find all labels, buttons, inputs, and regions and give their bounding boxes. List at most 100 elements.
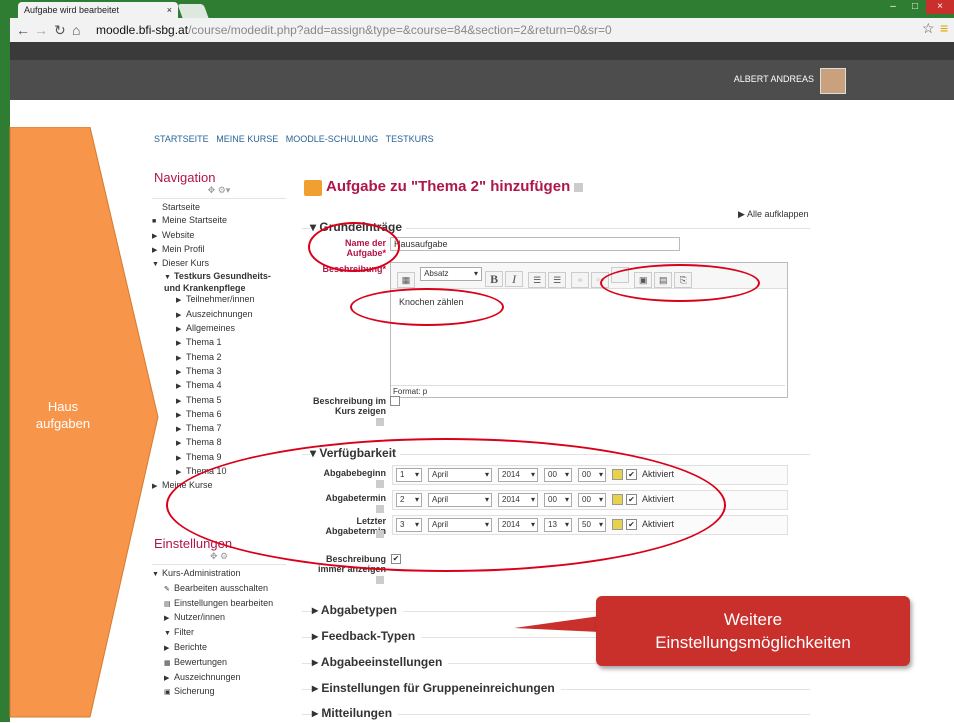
show-description-label: Beschreibung im Kurs zeigen (312, 396, 386, 416)
nav-item-label: Startseite (162, 202, 201, 212)
collapsed-section[interactable]: ▸ Einstellungen für Gruppeneinreichungen (312, 681, 561, 695)
nav-item-label: Thema 1 (186, 337, 222, 348)
nav-item[interactable]: ▤ Einstellungen bearbeiten (152, 597, 286, 612)
nav-item[interactable]: ▶ Allgemeines (152, 322, 286, 336)
nav-item[interactable]: ▶ Auszeichnungen (152, 308, 286, 322)
nav-item[interactable]: ▶ Thema 8 (152, 436, 286, 450)
nav-item[interactable]: ▶ Thema 2 (152, 351, 286, 365)
nav-item-label: Mein Profil (162, 243, 205, 254)
page-title: Aufgabe zu "Thema 2" hinzufügen (326, 178, 584, 195)
nav-item-marker-icon: ▶ (176, 397, 182, 405)
address-bar[interactable]: moodle.bfi-sbg.at/course/modedit.php?add… (96, 21, 916, 39)
paragraph-style-select[interactable]: Absatz ▾ (420, 267, 483, 281)
collapsed-section[interactable]: ▸ Abgabeeinstellungen (312, 655, 449, 669)
chevron-right-icon: ▸ (312, 681, 322, 695)
minimize-icon[interactable]: – (882, 0, 904, 14)
nav-item[interactable]: ▶ Thema 1 (152, 336, 286, 350)
nav-item[interactable]: ▦ Bewertungen (152, 656, 286, 671)
bullet-list-icon[interactable]: ☰ (528, 272, 547, 288)
breadcrumb-item[interactable]: MEINE KURSE (216, 134, 278, 144)
assignment-icon (304, 180, 322, 196)
nav-item[interactable]: ▼ Kurs-Administration (152, 567, 286, 582)
breadcrumb-item[interactable]: MOODLE-SCHULUNG (286, 134, 379, 144)
forward-icon[interactable]: → (34, 22, 48, 38)
close-window-icon[interactable]: × (926, 0, 954, 14)
nav-item[interactable]: ▶ Auszeichnungen (152, 671, 286, 686)
nav-item[interactable]: ▼ Dieser Kurs (152, 257, 286, 271)
avatar[interactable] (820, 68, 846, 94)
nav-item[interactable]: ▶ Nutzer/innen (152, 611, 286, 626)
tab-title: Aufgabe wird bearbeitet (24, 5, 120, 15)
collapsed-section-label: Mitteilungen (321, 706, 393, 720)
nav-item[interactable]: ▶ Website (152, 229, 286, 243)
reload-icon[interactable]: ↻ (54, 22, 66, 39)
collapsed-section[interactable]: ▸ Mitteilungen (312, 706, 399, 720)
nav-item[interactable]: Startseite (152, 201, 286, 214)
page-title-text: Aufgabe zu "Thema 2" hinzufügen (326, 178, 571, 195)
expand-all-link[interactable]: ▶ Alle aufklappen (738, 209, 808, 220)
nav-item[interactable]: ▼ Filter (152, 626, 286, 641)
nav-item-label: Berichte (174, 641, 208, 652)
collapsed-section[interactable]: ▸ Feedback-Typen (312, 629, 422, 643)
nav-item-label: Meine Startseite (162, 215, 228, 226)
new-tab-button[interactable] (177, 4, 209, 18)
nav-item-marker-icon: ▤ (164, 600, 171, 608)
help-icon[interactable] (376, 418, 384, 426)
show-description-checkbox[interactable] (390, 396, 400, 406)
annotation-oval (600, 264, 760, 302)
bold-icon[interactable]: B (485, 271, 504, 287)
navigation-list: Startseite ■ Meine Startseite ▶ Website ▶ Mein… (152, 201, 286, 494)
nav-item[interactable]: ▶ Thema 7 (152, 422, 286, 436)
nav-item[interactable]: ▶ Thema 4 (152, 379, 286, 393)
home-icon[interactable]: ⌂ (72, 22, 80, 38)
nav-item[interactable]: ▶ Thema 6 (152, 408, 286, 422)
annotation-oval (166, 438, 726, 572)
callout-text: Weitere Einstellungsmöglichkeiten (655, 610, 851, 652)
toolbar-toggle-icon[interactable]: ▦ (397, 272, 415, 288)
chevron-right-icon: ▸ (312, 603, 321, 617)
nav-item-marker-icon: ▶ (164, 674, 170, 682)
bookmark-star-icon[interactable]: ☆ (922, 20, 935, 37)
nav-item[interactable]: ▶ Teilnehmer/innen (152, 293, 286, 307)
nav-item-label: Allgemeines (186, 323, 236, 334)
nav-item-marker-icon: ▶ (176, 326, 182, 334)
nav-item-marker-icon: ▶ (152, 246, 158, 254)
nav-item[interactable]: ▶ Mein Profil (152, 243, 286, 257)
nav-item[interactable]: ✎ Bearbeiten ausschalten (152, 582, 286, 597)
menu-icon[interactable]: ≡ (940, 20, 948, 36)
nav-item[interactable]: ■ Meine Startseite (152, 214, 286, 228)
back-icon[interactable]: ← (16, 22, 30, 38)
name-input[interactable]: Hausaufgabe (390, 237, 680, 251)
link-icon[interactable]: ⚭ (571, 272, 590, 288)
nav-item-label: Bearbeiten ausschalten (174, 582, 269, 593)
nav-item-label: Thema 5 (186, 394, 222, 405)
nav-item[interactable]: ▶ Berichte (152, 641, 286, 656)
nav-item-marker-icon: ▶ (176, 469, 182, 477)
nav-item-label: Kurs-Administration (162, 568, 241, 578)
nav-item[interactable]: ▶ Thema 3 (152, 365, 286, 379)
browser-tab[interactable]: Aufgabe wird bearbeitet × (18, 2, 178, 18)
page-header-band (10, 42, 954, 60)
nav-item-label: Thema 9 (186, 451, 222, 462)
paragraph-style-value: Absatz (424, 269, 449, 278)
help-icon[interactable] (376, 576, 384, 584)
nav-item[interactable]: ▶ Thema 5 (152, 394, 286, 408)
block-move-icon[interactable]: ✥ ⚙▾ (152, 185, 286, 196)
numbered-list-icon[interactable]: ☰ (548, 272, 567, 288)
nav-item-marker-icon: ▦ (164, 659, 171, 667)
url-host: moodle.bfi-sbg.at (96, 23, 189, 37)
collapsed-section[interactable]: ▸ Abgabetypen (312, 603, 403, 617)
breadcrumb-item[interactable]: TESTKURS (386, 134, 434, 144)
nav-item-marker-icon: ▶ (164, 644, 170, 652)
nav-item[interactable]: ▼ Testkurs Gesundheits- und Krankenpflege (152, 271, 286, 293)
tab-close-icon[interactable]: × (167, 2, 172, 18)
user-menu[interactable]: ALBERT ANDREAS (734, 74, 814, 84)
nav-item[interactable]: ▣ Sicherung (152, 685, 286, 700)
help-icon[interactable] (574, 182, 584, 192)
breadcrumb: STARTSEITE MEINE KURSE MOODLE-SCHULUNG T… (154, 134, 434, 144)
maximize-icon[interactable]: □ (904, 0, 926, 14)
breadcrumb-item[interactable]: STARTSEITE (154, 134, 209, 144)
nav-item-label: Bewertungen (174, 656, 228, 667)
nav-item-marker-icon: ▼ (152, 571, 159, 578)
italic-icon[interactable]: I (505, 271, 524, 287)
